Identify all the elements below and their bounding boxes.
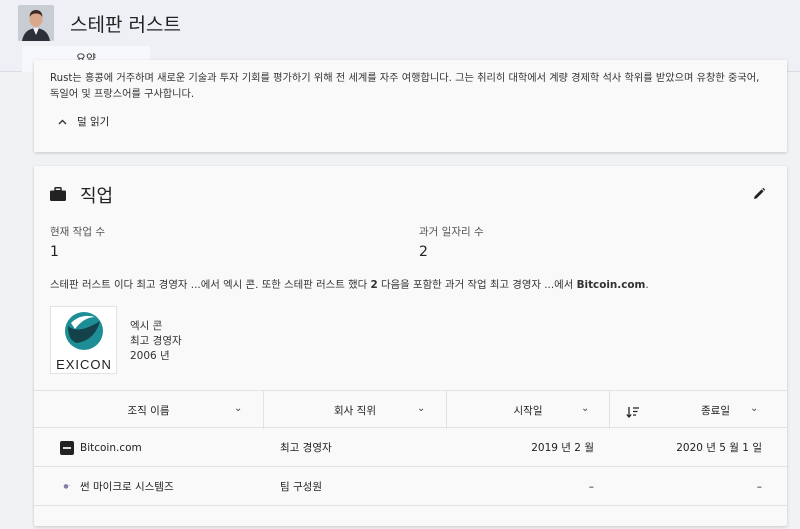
- column-start-label: 시작일: [513, 404, 543, 417]
- column-org[interactable]: 조직 이름: [34, 391, 263, 429]
- title-cell: 팀 구성원: [280, 481, 322, 493]
- current-jobs-value: 1: [50, 244, 59, 260]
- jobs-title: 직업: [80, 186, 114, 207]
- jobs-header: 직업: [50, 182, 113, 208]
- table-row[interactable]: ●· 썬 마이크로 시스템즈 팀 구성원 – –: [34, 467, 787, 506]
- svg-text:EXICON: EXICON: [56, 357, 112, 372]
- org-name: Bitcoin.com: [80, 441, 142, 454]
- column-org-label: 조직 이름: [127, 404, 170, 417]
- bio-text: Rust는 홍콩에 거주하며 새로운 기술과 투자 기회를 평가하기 위해 전 …: [50, 73, 760, 100]
- chevron-down-icon[interactable]: ⌄: [417, 403, 425, 414]
- bio-card: Rust는 홍콩에 거주하며 새로운 기술과 투자 기회를 평가하기 위해 전 …: [34, 60, 787, 152]
- chevron-down-icon[interactable]: ⌄: [581, 403, 589, 414]
- column-title-label: 회사 직위: [334, 404, 376, 417]
- exicon-logo[interactable]: EXICON: [50, 306, 117, 374]
- start-cell: –: [588, 480, 594, 493]
- table-row[interactable]: Bitcoin.com 최고 경영자 2019 년 2 월 2020 년 5 월…: [34, 428, 787, 467]
- jobs-card: 직업 현재 작업 수 1 과거 일자리 수 2 스테판 러스트 이다 최고 경영…: [34, 166, 787, 526]
- title-cell: 최고 경영자: [280, 442, 332, 454]
- current-jobs-label: 현재 작업 수: [50, 226, 105, 238]
- past-jobs-label: 과거 일자리 수: [419, 226, 484, 238]
- org-name: 썬 마이크로 시스템즈: [80, 481, 174, 493]
- sort-descending-icon[interactable]: [626, 403, 640, 422]
- start-cell: 2019 년 2 월: [531, 442, 594, 454]
- chevron-down-icon[interactable]: ⌄: [750, 403, 758, 414]
- jobs-summary: 스테판 러스트 이다 최고 경영자 ...에서 엑시 콘. 또한 스테판 러스트…: [50, 279, 649, 291]
- table-header: 조직 이름 ⌄ 회사 직위 ⌄ 시작일 ⌄ 종료일 ⌄: [34, 390, 787, 429]
- avatar: [18, 5, 54, 41]
- column-end-label: 종료일: [701, 404, 730, 417]
- end-cell: –: [756, 480, 762, 493]
- current-job-company[interactable]: 엑시 콘: [130, 318, 162, 333]
- pencil-icon: [754, 187, 766, 199]
- current-job-year: 2006 년: [130, 350, 170, 362]
- read-less-button[interactable]: 덜 읽기: [58, 114, 109, 129]
- briefcase-icon: [50, 186, 66, 205]
- chevron-down-icon[interactable]: ⌄: [234, 403, 242, 414]
- sun-logo-icon: ●·: [63, 482, 71, 490]
- chevron-up-icon: [58, 116, 67, 128]
- end-cell: 2020 년 5 월 1 일: [676, 442, 762, 454]
- read-less-label: 덜 읽기: [77, 116, 110, 128]
- past-jobs-table: 조직 이름 ⌄ 회사 직위 ⌄ 시작일 ⌄ 종료일 ⌄ Bitcoin.com …: [34, 390, 787, 506]
- person-name: 스테판 러스트: [70, 14, 181, 36]
- past-jobs-value: 2: [419, 244, 428, 260]
- org-cell[interactable]: ●· 썬 마이크로 시스템즈: [60, 467, 174, 506]
- current-job-role: 최고 경영자: [130, 335, 182, 347]
- edit-button[interactable]: [751, 186, 767, 202]
- column-divider: [609, 391, 610, 429]
- org-cell[interactable]: Bitcoin.com: [60, 428, 142, 467]
- bitcoin-logo-icon: [60, 440, 74, 455]
- column-end[interactable]: 종료일: [644, 391, 787, 429]
